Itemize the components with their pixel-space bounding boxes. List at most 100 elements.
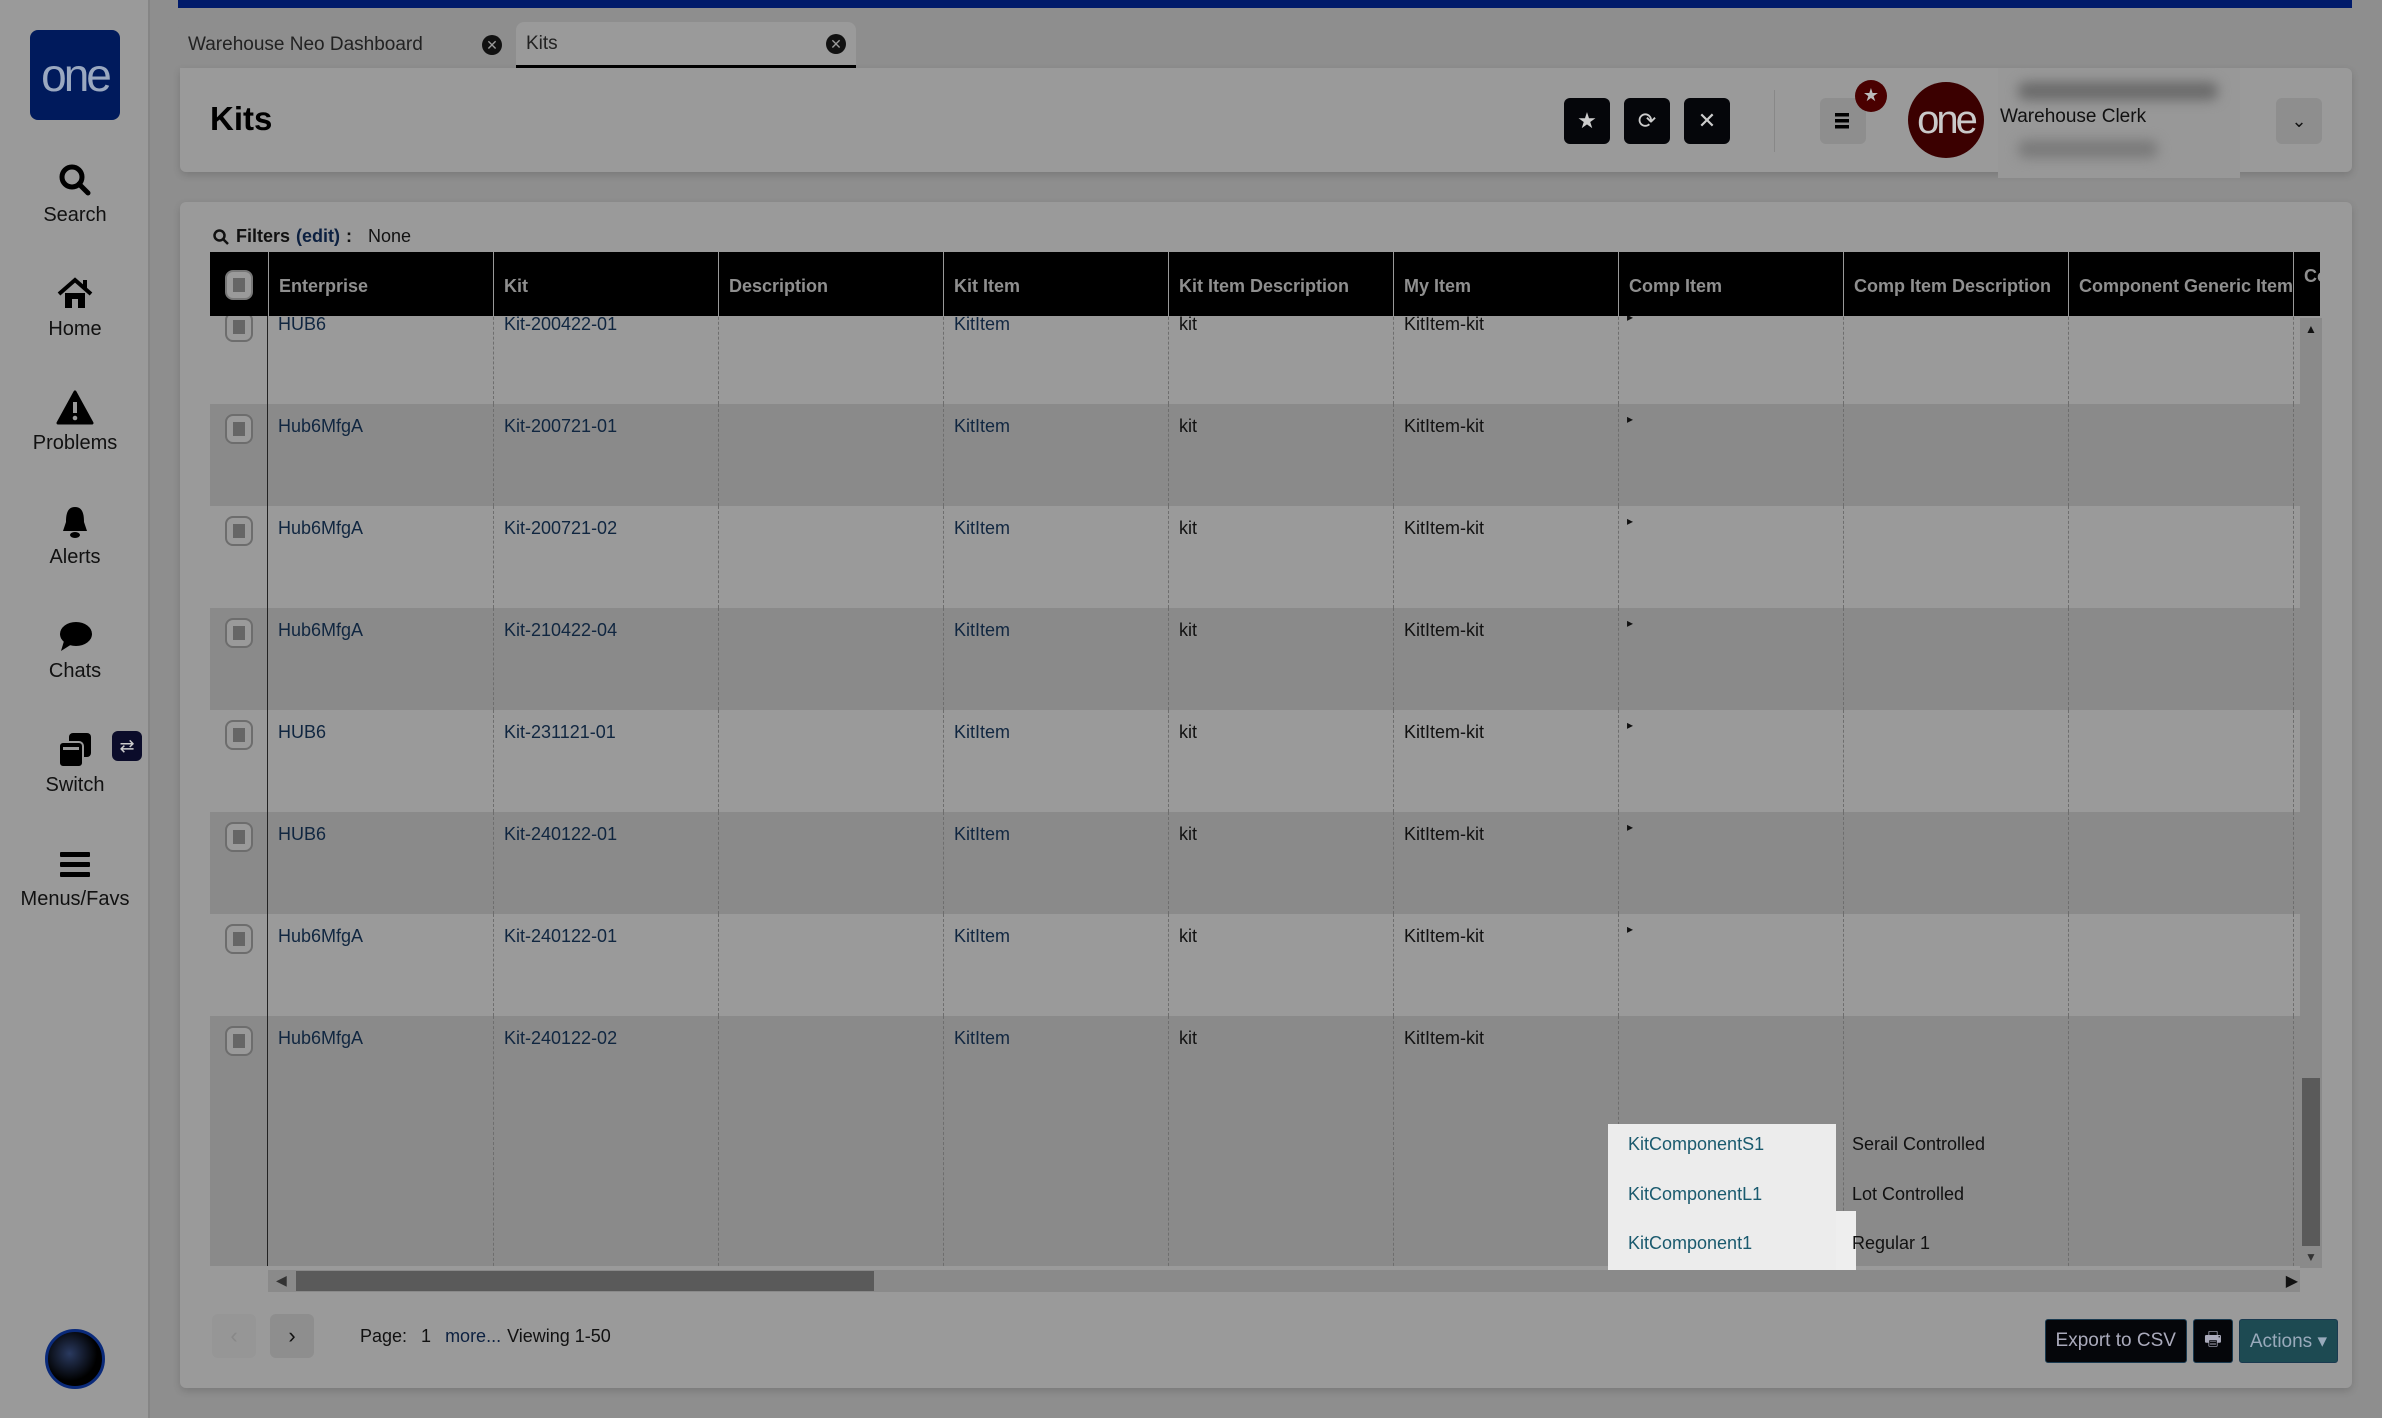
column-header[interactable]: Component Generic Item bbox=[2068, 252, 2293, 316]
expand-caret-icon[interactable]: ▸ bbox=[1627, 616, 1633, 630]
sidebar-item-search[interactable]: Search bbox=[0, 160, 150, 227]
close-tab-icon[interactable]: ✕ bbox=[482, 35, 502, 55]
favorite-button[interactable]: ★ bbox=[1564, 98, 1610, 144]
table-row[interactable]: HUB6 Kit-240122-01 KitItem kit KitItem-kit ▸ bbox=[210, 812, 2300, 914]
column-header[interactable]: Enterprise bbox=[268, 252, 493, 316]
row-checkbox[interactable] bbox=[225, 924, 253, 954]
table-row[interactable]: HUB6 Kit-200422-01 KitItem kit KitItem-kit ▸ bbox=[210, 316, 2300, 404]
horizontal-scroll-thumb[interactable] bbox=[296, 1271, 874, 1291]
cell-kit-item[interactable]: KitItem bbox=[943, 506, 1168, 608]
column-header[interactable]: Co De bbox=[2293, 252, 2320, 316]
cell-description bbox=[718, 506, 943, 608]
cell-enterprise[interactable]: HUB6 bbox=[268, 316, 493, 404]
chevron-right-icon: › bbox=[288, 1323, 296, 1348]
row-checkbox[interactable] bbox=[225, 414, 253, 444]
scroll-right-icon[interactable]: ▶ bbox=[2286, 1271, 2298, 1291]
table-row[interactable]: Hub6MfgA Kit-210422-04 KitItem kit KitItem-k… bbox=[210, 608, 2300, 710]
column-header[interactable]: Description bbox=[718, 252, 943, 316]
column-header[interactable]: Comp Item Description bbox=[1843, 252, 2068, 316]
row-checkbox[interactable] bbox=[225, 720, 253, 750]
cell-enterprise[interactable]: Hub6MfgA bbox=[268, 608, 493, 710]
cell-kit-item[interactable]: KitItem bbox=[943, 710, 1168, 812]
refresh-button[interactable]: ⟳ bbox=[1624, 98, 1670, 144]
table-row[interactable]: Hub6MfgA Kit-240122-02 KitItem kit KitItem-k… bbox=[210, 1016, 2300, 1266]
close-page-button[interactable]: ✕ bbox=[1684, 98, 1730, 144]
column-header[interactable]: Comp Item bbox=[1618, 252, 1843, 316]
tab-kits[interactable]: Kits ✕ bbox=[516, 22, 856, 68]
sidebar-item-chats[interactable]: Chats bbox=[0, 616, 150, 683]
scroll-left-icon[interactable]: ◀ bbox=[276, 1272, 287, 1289]
cell-kit-item[interactable]: KitItem bbox=[943, 608, 1168, 710]
filters-edit-link[interactable]: (edit) bbox=[296, 226, 340, 247]
sidebar: one Search Home Problems Alerts Chats Sw… bbox=[0, 0, 150, 1418]
sidebar-item-alerts[interactable]: Alerts bbox=[0, 502, 150, 569]
expand-caret-icon[interactable]: ▸ bbox=[1627, 316, 1633, 324]
select-all-checkbox[interactable] bbox=[225, 270, 253, 300]
column-header[interactable]: Kit Item bbox=[943, 252, 1168, 316]
cell-kit[interactable]: Kit-200721-01 bbox=[493, 404, 718, 506]
cell-kit-item[interactable]: KitItem bbox=[943, 316, 1168, 404]
vertical-scroll-thumb[interactable] bbox=[2302, 1078, 2320, 1246]
expand-caret-icon[interactable]: ▸ bbox=[1627, 514, 1633, 528]
vertical-scrollbar[interactable]: ▲ ▼ bbox=[2300, 318, 2322, 1268]
top-accent-bar bbox=[178, 0, 2352, 8]
tab-warehouse-neo-dashboard[interactable]: Warehouse Neo Dashboard ✕ bbox=[178, 22, 512, 68]
component-link[interactable]: KitComponentL1 bbox=[1628, 1184, 1762, 1205]
table-row[interactable]: Hub6MfgA Kit-200721-02 KitItem kit KitItem-k… bbox=[210, 506, 2300, 608]
cell-enterprise[interactable]: Hub6MfgA bbox=[268, 506, 493, 608]
cell-kit[interactable]: Kit-210422-04 bbox=[493, 608, 718, 710]
user-menu-dropdown[interactable]: ⌄ bbox=[2276, 98, 2322, 144]
sidebar-item-menus-favs[interactable]: Menus/Favs bbox=[0, 844, 150, 911]
component-link[interactable]: KitComponentS1 bbox=[1628, 1134, 1764, 1155]
cell-enterprise[interactable]: HUB6 bbox=[268, 710, 493, 812]
close-tab-icon[interactable]: ✕ bbox=[826, 33, 846, 54]
column-header[interactable]: Kit bbox=[493, 252, 718, 316]
export-csv-button[interactable]: Export to CSV bbox=[2044, 1319, 2187, 1363]
user-info[interactable]: Warehouse Clerk bbox=[1998, 68, 2240, 178]
cell-kit[interactable]: Kit-231121-01 bbox=[493, 710, 718, 812]
expand-caret-icon[interactable]: ▸ bbox=[1627, 922, 1633, 936]
expand-caret-icon[interactable]: ▸ bbox=[1627, 412, 1633, 426]
chevron-left-icon: ‹ bbox=[230, 1323, 238, 1348]
cell-kit-item[interactable]: KitItem bbox=[943, 914, 1168, 1016]
cell-enterprise[interactable]: Hub6MfgA bbox=[268, 404, 493, 506]
cell-kit[interactable]: Kit-240122-02 bbox=[493, 1016, 718, 1266]
row-checkbox[interactable] bbox=[225, 1026, 253, 1056]
expand-caret-icon[interactable]: ▸ bbox=[1627, 718, 1633, 732]
row-checkbox[interactable] bbox=[225, 316, 253, 342]
cell-kit-item[interactable]: KitItem bbox=[943, 404, 1168, 506]
cell-kit-item[interactable]: KitItem bbox=[943, 812, 1168, 914]
user-profile-avatar[interactable] bbox=[45, 1329, 105, 1389]
print-button[interactable]: 🖶 bbox=[2192, 1319, 2233, 1363]
table-row[interactable]: HUB6 Kit-231121-01 KitItem kit KitItem-kit ▸ bbox=[210, 710, 2300, 812]
switch-badge-icon[interactable]: ⇄ bbox=[112, 731, 142, 761]
cell-kit[interactable]: Kit-240122-01 bbox=[493, 914, 718, 1016]
column-header[interactable]: My Item bbox=[1393, 252, 1618, 316]
table-row[interactable]: Hub6MfgA Kit-200721-01 KitItem kit KitItem-k… bbox=[210, 404, 2300, 506]
table-row[interactable]: Hub6MfgA Kit-240122-01 KitItem kit KitItem-k… bbox=[210, 914, 2300, 1016]
more-pages-link[interactable]: more... bbox=[445, 1326, 501, 1347]
row-checkbox[interactable] bbox=[225, 516, 253, 546]
cell-kit[interactable]: Kit-200721-02 bbox=[493, 506, 718, 608]
expand-caret-icon[interactable]: ▸ bbox=[1627, 820, 1633, 834]
sidebar-item-home[interactable]: Home bbox=[0, 274, 150, 341]
row-checkbox[interactable] bbox=[225, 822, 253, 852]
scroll-up-icon[interactable]: ▲ bbox=[2305, 322, 2317, 336]
sidebar-item-problems[interactable]: Problems bbox=[0, 388, 150, 455]
cell-kit-item[interactable]: KitItem bbox=[943, 1016, 1168, 1266]
next-page-button[interactable]: › bbox=[270, 1314, 314, 1358]
component-link[interactable]: KitComponent1 bbox=[1628, 1233, 1752, 1254]
column-header[interactable]: Kit Item Description bbox=[1168, 252, 1393, 316]
prev-page-button[interactable]: ‹ bbox=[212, 1314, 256, 1358]
cell-enterprise[interactable]: Hub6MfgA bbox=[268, 1016, 493, 1266]
actions-dropdown-button[interactable]: Actions ▾ bbox=[2238, 1319, 2338, 1363]
brand-avatar[interactable]: one bbox=[1908, 82, 1984, 158]
app-logo[interactable]: one bbox=[30, 30, 120, 120]
cell-kit[interactable]: Kit-240122-01 bbox=[493, 812, 718, 914]
scroll-down-icon[interactable]: ▼ bbox=[2305, 1250, 2317, 1264]
horizontal-scrollbar[interactable]: ◀ ▶ bbox=[268, 1270, 2300, 1292]
cell-kit[interactable]: Kit-200422-01 bbox=[493, 316, 718, 404]
row-checkbox[interactable] bbox=[225, 618, 253, 648]
cell-enterprise[interactable]: HUB6 bbox=[268, 812, 493, 914]
cell-enterprise[interactable]: Hub6MfgA bbox=[268, 914, 493, 1016]
